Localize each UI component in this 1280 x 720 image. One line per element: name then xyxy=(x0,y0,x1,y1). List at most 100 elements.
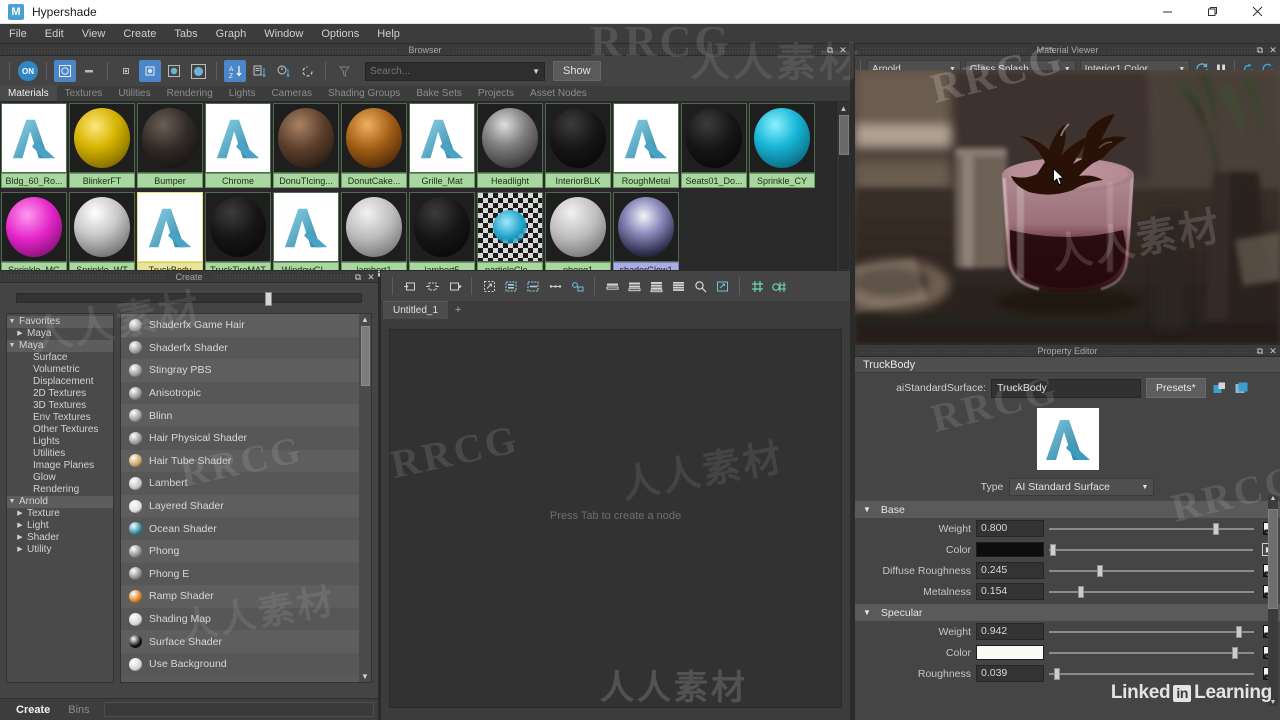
tree-node-favorites[interactable]: ▼ Favorites xyxy=(7,316,113,328)
create-node-item[interactable]: Ramp Shader xyxy=(121,585,359,608)
slider-knob[interactable] xyxy=(1078,586,1085,598)
chevron-right-icon[interactable]: ▶ xyxy=(15,328,25,340)
material-thumbnail[interactable] xyxy=(205,192,271,262)
material-thumbnail[interactable] xyxy=(137,103,203,173)
material-swatch[interactable]: shaderGlow1 xyxy=(612,191,680,280)
material-swatch[interactable]: WindowGl... xyxy=(272,191,340,280)
browser-tab-materials[interactable]: Materials xyxy=(0,86,57,101)
tree-node-rendering[interactable]: Rendering xyxy=(7,484,113,496)
scrollbar-thumb[interactable] xyxy=(838,115,849,155)
create-node-list[interactable]: Shaderfx Game Hair Shaderfx Shader Stingra… xyxy=(120,313,372,683)
material-swatch[interactable]: Seats01_Do... xyxy=(680,102,748,191)
menu-item-file[interactable]: File xyxy=(0,24,36,44)
attribute-value-field[interactable]: 0.154 xyxy=(976,583,1044,600)
tree-node-arnold[interactable]: ▼ Arnold xyxy=(7,496,113,508)
close-icon[interactable]: ✕ xyxy=(366,272,376,282)
create-node-item[interactable]: Anisotropic xyxy=(121,381,359,405)
dash-icon[interactable] xyxy=(78,60,100,82)
material-swatch[interactable]: DonuTIcing... xyxy=(272,102,340,191)
material-swatch[interactable]: Grille_Mat xyxy=(408,102,476,191)
slider-knob[interactable] xyxy=(1236,626,1243,638)
create-node-item[interactable]: Phong xyxy=(121,539,359,563)
restore-icon[interactable] xyxy=(1190,0,1235,24)
filter-icon[interactable] xyxy=(333,60,355,82)
material-thumbnail[interactable] xyxy=(545,103,611,173)
tree-node-light[interactable]: ▶ Light xyxy=(7,520,113,532)
attribute-value-field[interactable]: 0.039 xyxy=(976,665,1044,682)
full-mode-icon[interactable] xyxy=(646,276,666,296)
material-preview-swatch[interactable] xyxy=(1036,408,1099,470)
material-swatch[interactable]: particleClo... xyxy=(476,191,544,280)
attribute-slider[interactable] xyxy=(1049,665,1258,682)
new-tab-icon[interactable] xyxy=(1211,380,1228,397)
footer-tab-create[interactable]: Create xyxy=(8,699,58,720)
tree-node-env-textures[interactable]: Env Textures xyxy=(7,412,113,424)
material-thumbnail[interactable] xyxy=(205,103,271,173)
attribute-color-swatch[interactable] xyxy=(976,645,1044,660)
menu-item-window[interactable]: Window xyxy=(255,24,312,44)
create-node-item[interactable]: Surface Shader xyxy=(121,630,359,653)
menu-item-graph[interactable]: Graph xyxy=(207,24,256,44)
search-icon[interactable] xyxy=(690,276,710,296)
close-icon[interactable]: ✕ xyxy=(838,45,848,55)
create-node-item[interactable]: Phong E xyxy=(121,562,359,586)
browser-tab-cameras[interactable]: Cameras xyxy=(263,86,320,101)
scrollbar-thumb[interactable] xyxy=(1268,509,1278,609)
property-section-specular[interactable]: ▼ Specular xyxy=(855,604,1280,621)
material-thumbnail[interactable] xyxy=(409,103,475,173)
minimize-icon[interactable] xyxy=(1145,0,1190,24)
attribute-slider[interactable] xyxy=(1049,623,1258,640)
material-thumbnail[interactable] xyxy=(69,192,135,262)
create-node-item[interactable]: Stingray PBS xyxy=(121,359,359,382)
sort-az-icon[interactable]: AZ xyxy=(224,60,246,82)
node-editor-tab-untitled[interactable]: Untitled_1 xyxy=(383,301,449,319)
create-node-item[interactable]: Layered Shader xyxy=(121,494,359,518)
material-thumbnail[interactable] xyxy=(681,103,747,173)
tree-node-utility[interactable]: ▶ Utility xyxy=(7,544,113,556)
tree-node-lights[interactable]: Lights xyxy=(7,436,113,448)
add-tab-button[interactable]: + xyxy=(448,301,468,319)
material-thumbnail[interactable] xyxy=(1,192,67,262)
slider-knob[interactable] xyxy=(1213,523,1220,535)
scroll-up-icon[interactable]: ▲ xyxy=(361,314,369,325)
material-thumbnail[interactable] xyxy=(273,103,339,173)
undock-icon[interactable]: ⧉ xyxy=(1255,45,1265,55)
material-swatch[interactable]: TruckTireMAT xyxy=(204,191,272,280)
create-node-item[interactable]: Use Background xyxy=(121,652,359,676)
attribute-value-field[interactable]: 0.800 xyxy=(976,520,1044,537)
slider-track[interactable] xyxy=(1049,528,1254,530)
create-node-item[interactable]: Shaderfx Shader xyxy=(121,336,359,360)
search-input[interactable] xyxy=(370,65,533,77)
presets-button[interactable]: Presets* xyxy=(1146,378,1206,398)
chevron-down-icon[interactable]: ▼ xyxy=(7,316,17,328)
scrollbar-track[interactable] xyxy=(838,155,849,269)
material-viewer-render[interactable] xyxy=(855,70,1280,344)
material-swatch[interactable]: BlinkerFT xyxy=(68,102,136,191)
material-thumbnail[interactable] xyxy=(477,192,543,262)
material-swatch[interactable]: phong1 xyxy=(544,191,612,280)
chevron-down-icon[interactable]: ▼ xyxy=(7,496,17,508)
browser-tab-utilities[interactable]: Utilities xyxy=(110,86,158,101)
footer-tab-bins[interactable]: Bins xyxy=(60,699,97,720)
slider-track[interactable] xyxy=(1049,673,1254,675)
create-node-item[interactable]: Shading Map xyxy=(121,607,359,631)
create-node-item[interactable]: Blinn xyxy=(121,404,359,427)
material-thumbnail[interactable] xyxy=(341,103,407,173)
scrollbar-thumb[interactable] xyxy=(360,326,370,386)
tree-node-3d-textures[interactable]: 3D Textures xyxy=(7,400,113,412)
chevron-down-icon[interactable]: ▼ xyxy=(863,505,871,514)
slider-knob[interactable] xyxy=(1097,565,1104,577)
material-swatch[interactable]: Sprinkle_CY xyxy=(748,102,816,191)
remove-selected-icon[interactable] xyxy=(523,276,543,296)
material-swatch[interactable]: Sprinkle_WT xyxy=(68,191,136,280)
material-thumbnail[interactable] xyxy=(137,192,203,262)
menu-item-edit[interactable]: Edit xyxy=(36,24,73,44)
material-thumbnail[interactable] xyxy=(613,103,679,173)
output-connections-icon[interactable] xyxy=(444,276,464,296)
slider-track[interactable] xyxy=(1049,549,1253,551)
material-swatch[interactable]: Headlight xyxy=(476,102,544,191)
scroll-down-icon[interactable]: ▼ xyxy=(361,671,369,682)
material-swatch[interactable]: InteriorBLK xyxy=(544,102,612,191)
undock-icon[interactable]: ⧉ xyxy=(353,272,363,282)
close-icon[interactable] xyxy=(1235,0,1280,24)
